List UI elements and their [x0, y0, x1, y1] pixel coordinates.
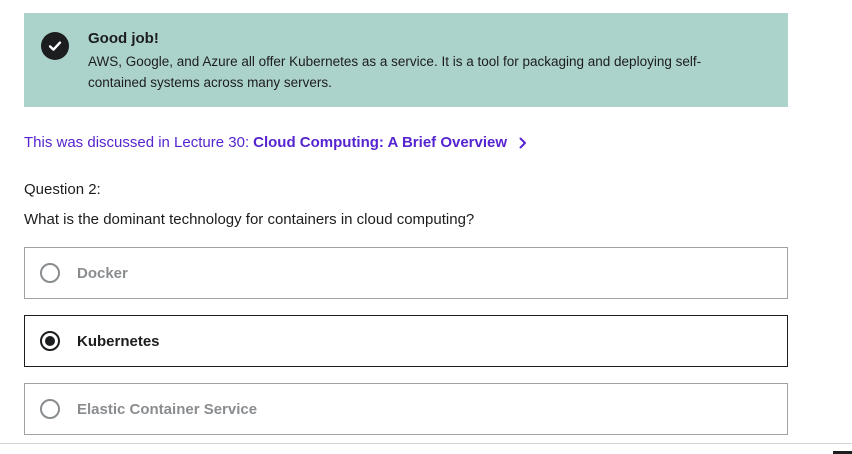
lecture-link[interactable]: This was discussed in Lecture 30: Cloud …	[24, 132, 527, 153]
feedback-title: Good job!	[88, 30, 159, 47]
check-circle-icon	[41, 32, 69, 60]
quiz-page: Good job! AWS, Google, and Azure all off…	[0, 0, 852, 454]
radio-button-icon[interactable]	[40, 399, 60, 419]
radio-button-icon[interactable]	[40, 263, 60, 283]
chevron-right-icon[interactable]	[519, 137, 527, 149]
radio-button-selected-icon[interactable]	[40, 331, 60, 351]
answer-option-elastic-container-service[interactable]: Elastic Container Service	[24, 383, 788, 435]
question-text: What is the dominant technology for cont…	[24, 211, 475, 228]
answer-option-label: Elastic Container Service	[77, 400, 258, 418]
lecture-link-title[interactable]: Cloud Computing: A Brief Overview	[253, 132, 507, 153]
feedback-alert: Good job! AWS, Google, and Azure all off…	[24, 13, 788, 107]
answer-option-label: Kubernetes	[77, 332, 160, 350]
question-number: Question 2:	[24, 181, 101, 198]
feedback-body: AWS, Google, and Azure all offer Kuberne…	[88, 54, 702, 90]
footer-divider	[0, 443, 852, 444]
answer-option-docker[interactable]: Docker	[24, 247, 788, 299]
lecture-link-prefix: This was discussed in Lecture 30:	[24, 134, 250, 151]
answer-option-kubernetes[interactable]: Kubernetes	[24, 315, 788, 367]
answer-option-label: Docker	[77, 264, 128, 282]
